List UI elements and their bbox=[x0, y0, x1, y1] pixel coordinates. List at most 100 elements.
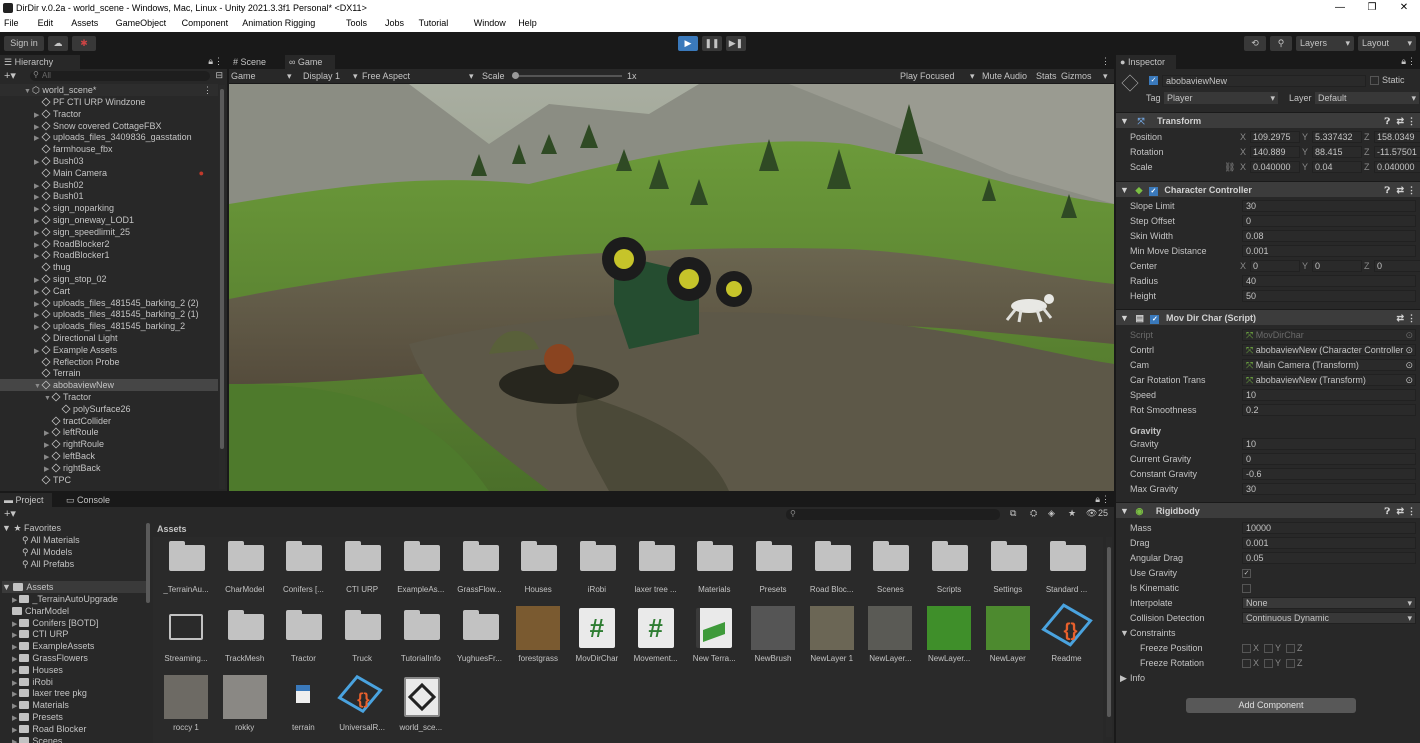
field-value[interactable]: 0.2 bbox=[1242, 404, 1416, 416]
folder-tree-item[interactable]: ▶ _TerrainAutoUpgrade bbox=[12, 593, 118, 605]
hierarchy-scrollbar[interactable] bbox=[219, 85, 225, 489]
hierarchy-item[interactable]: Terrain bbox=[0, 367, 218, 379]
field-value[interactable]: ⤧ Main Camera (Transform) ⊙ bbox=[1242, 359, 1416, 371]
transform-x-field[interactable]: 0.040000 bbox=[1250, 161, 1300, 173]
filter-icon[interactable]: ⊟ bbox=[215, 70, 223, 81]
freeze-x-checkbox[interactable] bbox=[1242, 659, 1251, 668]
lock-icon[interactable]: 🔒︎ bbox=[208, 56, 213, 67]
asset-scrollbar[interactable] bbox=[1106, 537, 1112, 737]
folder-tree-item[interactable]: ▶ Presets bbox=[12, 711, 63, 723]
more-icon[interactable]: ⋮ bbox=[1407, 56, 1416, 67]
object-picker-icon[interactable]: ⊙ bbox=[1405, 345, 1413, 355]
folder-tree-item[interactable]: ▶ Houses bbox=[12, 664, 63, 676]
more-icon[interactable]: ⋮ bbox=[203, 84, 212, 96]
freeze-x-checkbox[interactable] bbox=[1242, 644, 1251, 653]
step-button[interactable]: ▶❚ bbox=[726, 36, 746, 51]
cloud-icon[interactable]: ☁ bbox=[48, 36, 68, 51]
menu-item-tutorial[interactable]: Tutorial bbox=[419, 18, 449, 28]
constrain-proportions-icon[interactable]: ⛓ bbox=[1224, 160, 1235, 175]
hierarchy-item[interactable]: ▶ leftBack bbox=[0, 450, 218, 462]
hierarchy-item[interactable]: ▶ Bush02 bbox=[0, 179, 218, 191]
more-icon[interactable]: ⋮ bbox=[1101, 494, 1110, 505]
tree-scrollbar[interactable] bbox=[146, 523, 150, 603]
character-controller-header[interactable]: ▼ ◆ ✓ Character Controller ❓︎ ⇄ ⋮ bbox=[1116, 181, 1420, 197]
more-icon[interactable]: ⋮ bbox=[1407, 310, 1416, 326]
rigidbody-header[interactable]: ▼ ◉ Rigidbody ❓︎ ⇄ ⋮ bbox=[1116, 502, 1420, 518]
favorite-item[interactable]: ⚲ All Models bbox=[22, 546, 72, 558]
center-y-field[interactable]: 0 bbox=[1312, 260, 1362, 272]
object-picker-icon[interactable]: ⊙ bbox=[1405, 330, 1413, 340]
static-checkbox[interactable] bbox=[1370, 76, 1379, 85]
hierarchy-item[interactable]: ▶ uploads_files_481545_barking_2 bbox=[0, 320, 218, 332]
layer-dropdown[interactable]: Default ▾ bbox=[1315, 92, 1419, 104]
hierarchy-item[interactable]: ▶ Example Assets bbox=[0, 344, 218, 356]
help-icon[interactable]: ❓︎ bbox=[1385, 182, 1390, 198]
hierarchy-item[interactable]: Reflection Probe bbox=[0, 356, 218, 368]
field-value[interactable]: 0.08 bbox=[1242, 230, 1416, 242]
object-picker-icon[interactable]: ⊙ bbox=[1405, 360, 1413, 370]
visibility-icon[interactable]: 👁︎ bbox=[1086, 508, 1097, 519]
preset-icon[interactable]: ⇄ bbox=[1396, 503, 1404, 519]
hierarchy-item[interactable]: tractCollider bbox=[0, 415, 218, 427]
label-icon[interactable]: ◈ bbox=[1048, 508, 1055, 519]
active-checkbox[interactable]: ✓ bbox=[1149, 76, 1158, 85]
hierarchy-item[interactable]: ▶ RoadBlocker1 bbox=[0, 249, 218, 261]
hierarchy-item[interactable]: ▶ uploads_files_481545_barking_2 (2) bbox=[0, 297, 218, 309]
field-value[interactable]: 30 bbox=[1242, 483, 1416, 495]
folder-tree-item[interactable]: ▶ Scenes bbox=[12, 735, 62, 743]
add-icon[interactable]: +▾ bbox=[4, 507, 16, 520]
hierarchy-item[interactable]: ▶ rightRoule bbox=[0, 438, 218, 450]
field-value[interactable]: 0.001 bbox=[1242, 245, 1416, 257]
hierarchy-search-input[interactable]: All bbox=[30, 71, 210, 81]
hierarchy-item[interactable]: ▶ Snow covered CottageFBX bbox=[0, 120, 218, 132]
lock-icon[interactable]: 🔒︎ bbox=[1401, 56, 1406, 67]
field-value[interactable]: Continuous Dynamic ▾ bbox=[1242, 612, 1416, 624]
hierarchy-item[interactable]: thug bbox=[0, 261, 218, 273]
folder-tree-item[interactable]: ▶ ExampleAssets bbox=[12, 640, 94, 652]
more-icon[interactable]: ⋮ bbox=[1101, 56, 1110, 67]
help-icon[interactable]: ❓︎ bbox=[1385, 503, 1390, 519]
hierarchy-item[interactable]: ▶ sign_stop_02 bbox=[0, 273, 218, 285]
preset-icon[interactable]: ⇄ bbox=[1396, 310, 1404, 326]
object-name-field[interactable]: abobaviewNew bbox=[1162, 75, 1366, 87]
field-value[interactable]: ⤧ abobaviewNew (Transform) ⊙ bbox=[1242, 374, 1416, 386]
menu-item-file[interactable]: File bbox=[4, 18, 19, 28]
folder-tree-item[interactable]: ▶ iRobi bbox=[12, 676, 53, 688]
mute-audio-button[interactable]: Mute Audio bbox=[982, 69, 1027, 83]
hierarchy-item[interactable]: ▼ Tractor bbox=[0, 391, 218, 403]
menu-item-jobs[interactable]: Jobs bbox=[385, 18, 404, 28]
play-button[interactable]: ▶ bbox=[678, 36, 698, 51]
center-z-field[interactable]: 0 bbox=[1374, 260, 1420, 272]
field-value[interactable]: 40 bbox=[1242, 275, 1416, 287]
freeze-z-checkbox[interactable] bbox=[1286, 659, 1295, 668]
menu-item-component[interactable]: Component bbox=[182, 18, 229, 28]
field-value[interactable]: None ▾ bbox=[1242, 597, 1416, 609]
transform-header[interactable]: ▼ ⤧ Transform ❓︎ ⇄ ⋮ bbox=[1116, 112, 1420, 128]
field-value[interactable]: 0.05 bbox=[1242, 552, 1416, 564]
tab-hierarchy[interactable]: ☰ Hierarchy bbox=[0, 55, 80, 69]
filter-type-icon[interactable]: ⛭ bbox=[1030, 508, 1037, 519]
hierarchy-item[interactable]: ▶ leftRoule bbox=[0, 426, 218, 438]
scale-slider[interactable] bbox=[512, 72, 622, 79]
field-value[interactable]: 50 bbox=[1242, 290, 1416, 302]
preset-icon[interactable]: ⇄ bbox=[1396, 182, 1404, 198]
constraints-row[interactable]: ▼ Constraints bbox=[1116, 626, 1420, 641]
minimize-icon[interactable]: — bbox=[1334, 2, 1346, 14]
folder-tree-item[interactable]: CharModel bbox=[12, 605, 69, 617]
game-viewport[interactable] bbox=[229, 84, 1114, 491]
field-value[interactable]: 0 bbox=[1242, 453, 1416, 465]
tab-console[interactable]: ▭ Console bbox=[62, 493, 116, 507]
stats-button[interactable]: Stats bbox=[1036, 69, 1057, 83]
transform-z-field[interactable]: 0.040000 bbox=[1374, 161, 1420, 173]
more-icon[interactable]: ⋮ bbox=[1407, 503, 1416, 519]
enabled-checkbox[interactable]: ✓ bbox=[1148, 187, 1158, 196]
tab-game[interactable]: ∞ Game bbox=[285, 55, 335, 69]
search-icon[interactable]: ⚲ bbox=[1270, 36, 1292, 51]
tab-project[interactable]: ▬ Project bbox=[0, 493, 52, 507]
folder-tree-item[interactable]: ▶ CTI URP bbox=[12, 628, 68, 640]
pause-button[interactable]: ❚❚ bbox=[702, 36, 722, 51]
close-icon[interactable]: ✕ bbox=[1398, 2, 1410, 14]
menu-item-tools[interactable]: Tools bbox=[346, 18, 367, 28]
use-gravity-checkbox[interactable]: ✓ bbox=[1242, 569, 1251, 578]
transform-y-field[interactable]: 5.337432 bbox=[1312, 131, 1362, 143]
